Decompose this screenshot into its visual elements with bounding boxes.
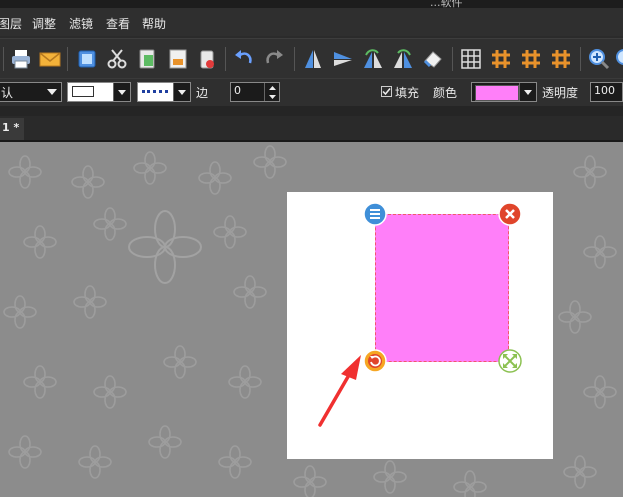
copy-icon	[78, 50, 96, 68]
copy-button[interactable]	[73, 45, 101, 73]
shape-menu-handle[interactable]	[363, 202, 387, 226]
toolbar-separator	[67, 47, 68, 71]
hash-icon	[492, 50, 510, 68]
stepper-down-icon[interactable]	[264, 92, 279, 101]
paste-button[interactable]	[133, 45, 161, 73]
zoom-out-icon	[616, 49, 623, 65]
undo-icon	[235, 50, 252, 64]
pink-rectangle-shape[interactable]	[375, 214, 509, 362]
dotted-line-icon	[142, 90, 168, 93]
menu-view[interactable]: 查看	[106, 15, 130, 32]
menu-filter[interactable]: 滤镜	[69, 15, 93, 32]
redo-icon	[266, 50, 283, 64]
resize-icon	[498, 349, 522, 373]
erase-icon	[423, 51, 442, 68]
color-swatch	[475, 85, 519, 101]
rotate-right-icon	[394, 49, 412, 68]
hash-button-2[interactable]	[517, 45, 545, 73]
save-button[interactable]	[164, 45, 192, 73]
print-icon	[12, 50, 30, 69]
hash-button-3[interactable]	[547, 45, 575, 73]
border-style-select[interactable]	[67, 82, 131, 102]
rotate-left-icon	[364, 49, 382, 68]
shape-rotate-handle[interactable]	[363, 349, 387, 373]
fill-checkbox[interactable]	[381, 86, 392, 97]
undo-button[interactable]	[230, 45, 258, 73]
chevron-down-icon	[43, 83, 61, 101]
opacity-input[interactable]: 100	[590, 82, 623, 102]
flip-horizontal-button[interactable]	[329, 45, 357, 73]
toolbar-separator	[452, 47, 453, 71]
cut-button[interactable]	[103, 45, 131, 73]
properties-bar: 认 边 0 填充 颜色 透明度 100	[0, 78, 623, 107]
grid-icon	[461, 49, 481, 69]
menu-layers[interactable]: 图层	[0, 15, 22, 32]
toolbar-separator	[294, 47, 295, 71]
flip-vertical-icon	[305, 50, 321, 68]
opacity-value: 100	[594, 84, 615, 97]
menu-adjust[interactable]: 调整	[32, 15, 56, 32]
erase-button[interactable]	[419, 45, 447, 73]
color-picker[interactable]	[471, 82, 537, 102]
title-bar: ...软件	[0, 0, 623, 9]
hash-icon	[552, 50, 570, 68]
menu-bar: 图层 调整 滤镜 查看 帮助	[0, 8, 623, 36]
close-icon	[498, 202, 522, 226]
edge-width-stepper[interactable]: 0	[230, 82, 280, 102]
save-icon	[169, 49, 187, 69]
hash-button-1[interactable]	[487, 45, 515, 73]
delete-icon	[200, 50, 214, 69]
delete-button[interactable]	[193, 45, 221, 73]
edge-width-value: 0	[234, 84, 241, 97]
main-toolbar	[0, 38, 623, 79]
preset-select[interactable]: 认	[0, 82, 62, 102]
toolbar-separator	[580, 47, 581, 71]
chevron-down-icon	[173, 83, 190, 101]
zoom-in-icon	[589, 49, 610, 70]
hash-icon	[522, 50, 540, 68]
toolbar-separator	[3, 47, 4, 71]
chevron-down-icon	[113, 83, 130, 101]
redo-button[interactable]	[260, 45, 288, 73]
paste-icon	[139, 49, 155, 69]
email-icon	[39, 52, 61, 67]
toolbar-separator	[225, 47, 226, 71]
edge-label: 边	[196, 86, 209, 100]
zoom-in-button[interactable]	[585, 45, 613, 73]
document-canvas[interactable]	[287, 192, 553, 459]
rotate-left-button[interactable]	[359, 45, 387, 73]
stepper-up-icon[interactable]	[264, 83, 279, 92]
rotate-right-button[interactable]	[389, 45, 417, 73]
canvas-area[interactable]	[0, 142, 623, 497]
toolbar-divider	[0, 106, 623, 116]
preset-value: 认	[1, 86, 14, 100]
border-style-preview-icon	[72, 86, 94, 97]
color-label: 颜色	[433, 86, 458, 100]
checkmark-icon	[382, 88, 391, 96]
menu-icon	[363, 202, 387, 226]
email-button[interactable]	[36, 45, 64, 73]
shape-resize-handle[interactable]	[498, 349, 522, 373]
tab-document-1[interactable]: 1 *	[0, 118, 24, 140]
flip-vertical-button[interactable]	[299, 45, 327, 73]
scissors-icon	[107, 49, 127, 69]
document-tabs: 1 *	[0, 116, 623, 142]
flip-horizontal-icon	[334, 52, 352, 66]
print-button[interactable]	[7, 45, 35, 73]
menu-help[interactable]: 帮助	[142, 15, 166, 32]
shape-close-handle[interactable]	[498, 202, 522, 226]
line-style-select[interactable]	[137, 82, 191, 102]
zoom-out-button[interactable]	[612, 45, 623, 73]
grid-button[interactable]	[457, 45, 485, 73]
fill-label: 填充	[395, 86, 420, 100]
chevron-down-icon	[519, 83, 536, 101]
opacity-label: 透明度	[542, 86, 579, 100]
rotate-icon	[363, 349, 387, 373]
